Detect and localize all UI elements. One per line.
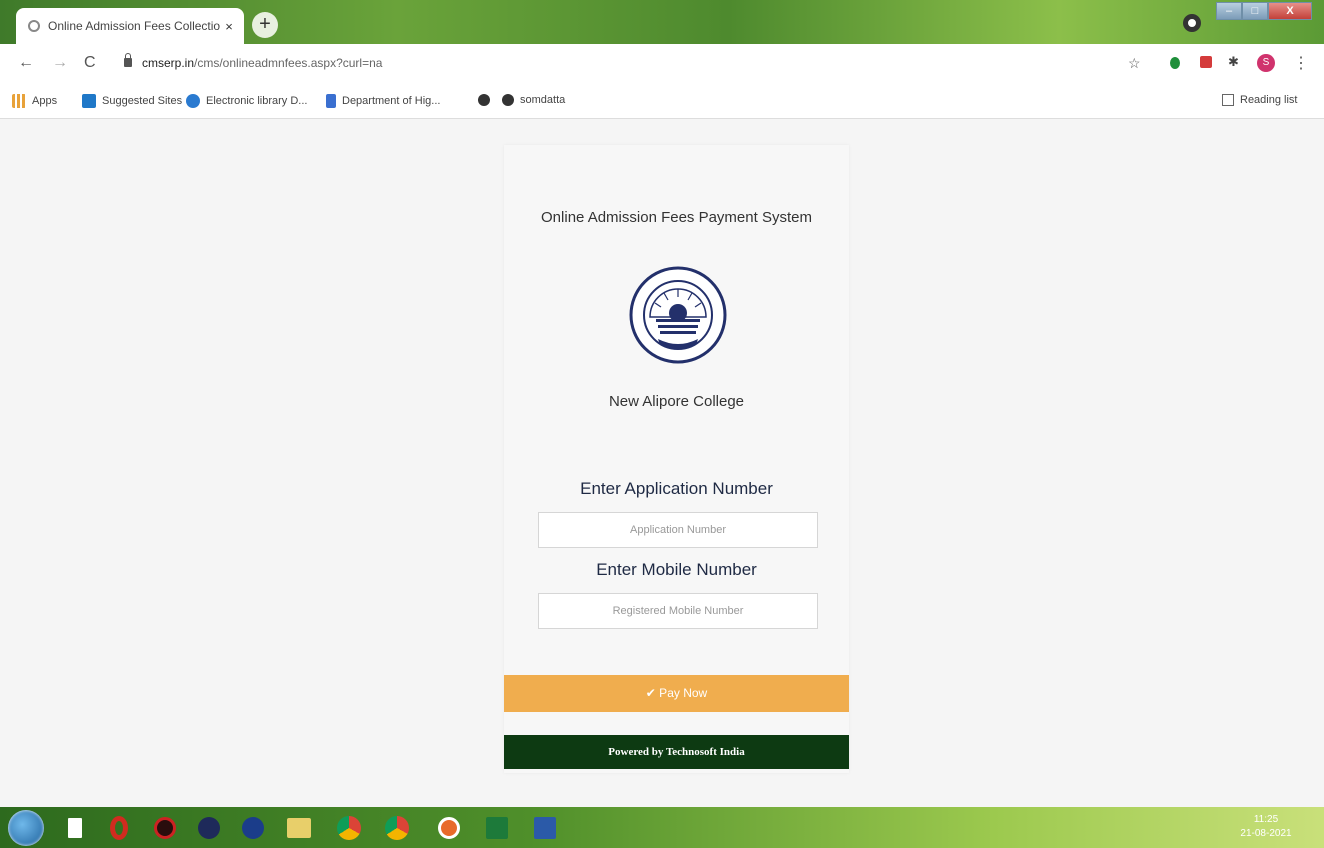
page-title: Online Admission Fees Payment System [541,209,812,226]
address-bar[interactable]: cmserp.in/cms/onlineadmnfees.aspx?curl=n… [112,50,1162,78]
bookmark-label: Apps [32,95,58,107]
chrome-icon[interactable] [332,811,366,845]
globe-icon [478,94,490,106]
app-icon[interactable] [432,811,466,845]
bing-icon [82,94,96,108]
mobile-number-label: Enter Mobile Number [596,560,757,579]
profile-icon[interactable] [1183,14,1201,32]
start-button[interactable] [8,810,44,846]
bookmark-label: Electronic library D... [206,95,308,107]
bookmark-somdatta[interactable]: somdatta [502,94,565,106]
app-icon[interactable] [236,811,270,845]
bookmark-label: somdatta [520,94,566,106]
close-window-button[interactable]: X [1268,2,1312,20]
mobile-number-input[interactable] [538,593,818,629]
app-icon[interactable] [148,811,182,845]
education-icon [326,94,336,108]
bookmark-label: Department of Hig... [342,95,441,107]
maximize-button[interactable]: □ [1242,2,1268,20]
url-path: /cms/onlineadmnfees.aspx?curl=na [194,56,383,70]
url-host: cmserp.in [142,56,195,70]
college-name: New Alipore College [608,393,745,410]
minimize-button[interactable]: – [1216,2,1242,20]
bookmark-unnamed[interactable] [478,94,496,106]
bookmark-department[interactable]: Department of Hig... [326,94,440,108]
bookmark-label: Suggested Sites [102,95,183,107]
clock-time: 11:25 [1253,814,1279,825]
extension-pdf-icon[interactable] [1200,56,1212,68]
globe-icon [28,20,40,32]
reading-list-icon [1222,94,1234,106]
browser-toolbar: ← → C cmserp.in/cms/onlineadmnfees.aspx?… [0,44,1324,84]
reload-button[interactable]: C [84,54,96,72]
new-tab-button[interactable]: + [252,12,278,38]
opera-icon[interactable] [102,811,136,845]
bookmark-electronic-library[interactable]: Electronic library D... [186,94,307,108]
reading-list-button[interactable]: Reading list [1222,94,1297,106]
page-content: Online Admission Fees Payment System New… [0,119,1324,807]
powered-by-footer: Powered by Technosoft India [504,735,849,769]
system-clock[interactable]: 11:25 21-08-2021 [1236,813,1296,841]
tab-title: Online Admission Fees Collection [48,19,220,33]
bookmark-apps[interactable]: Apps [12,94,57,108]
window-controls: – □ X [1216,2,1316,20]
globe-icon [502,94,514,106]
url-text[interactable]: cmserp.in/cms/onlineadmnfees.aspx?curl=n… [142,56,382,70]
excel-icon[interactable] [480,811,514,845]
clock-date: 21-08-2021 [1240,828,1292,839]
extension-shield-icon[interactable] [1170,57,1180,69]
browser-titlebar: Online Admission Fees Collection × + – □… [0,0,1324,44]
menu-kebab-icon[interactable]: ⋮ [1293,53,1309,73]
bookmarks-bar: Apps Suggested Sites Electronic library … [0,84,1324,119]
bookmark-suggested-sites[interactable]: Suggested Sites [82,94,182,108]
profile-avatar[interactable]: S [1257,54,1275,72]
apps-grid-icon [12,94,26,108]
pay-now-button[interactable]: ✔ Pay Now [504,675,849,712]
word-icon[interactable] [528,811,562,845]
file-explorer-icon[interactable] [58,811,92,845]
reading-list-label: Reading list [1240,94,1298,106]
lock-icon [124,53,132,67]
bookmark-star-icon[interactable]: ☆ [1128,55,1141,72]
application-number-input[interactable] [538,512,818,548]
application-number-label: Enter Application Number [580,479,773,498]
back-button[interactable]: ← [18,54,34,72]
forward-button[interactable]: → [52,54,68,72]
chrome-icon[interactable] [380,811,414,845]
tab-close-button[interactable]: × [220,19,238,34]
payment-card: Online Admission Fees Payment System New… [504,145,849,773]
app-icon[interactable] [192,811,226,845]
globe-icon [186,94,200,108]
college-logo [629,266,727,364]
folder-icon[interactable] [282,811,316,845]
taskbar: 11:25 21-08-2021 [0,807,1324,848]
browser-tab[interactable]: Online Admission Fees Collection × [16,8,244,44]
extensions-puzzle-icon[interactable]: ✱ [1228,54,1242,69]
